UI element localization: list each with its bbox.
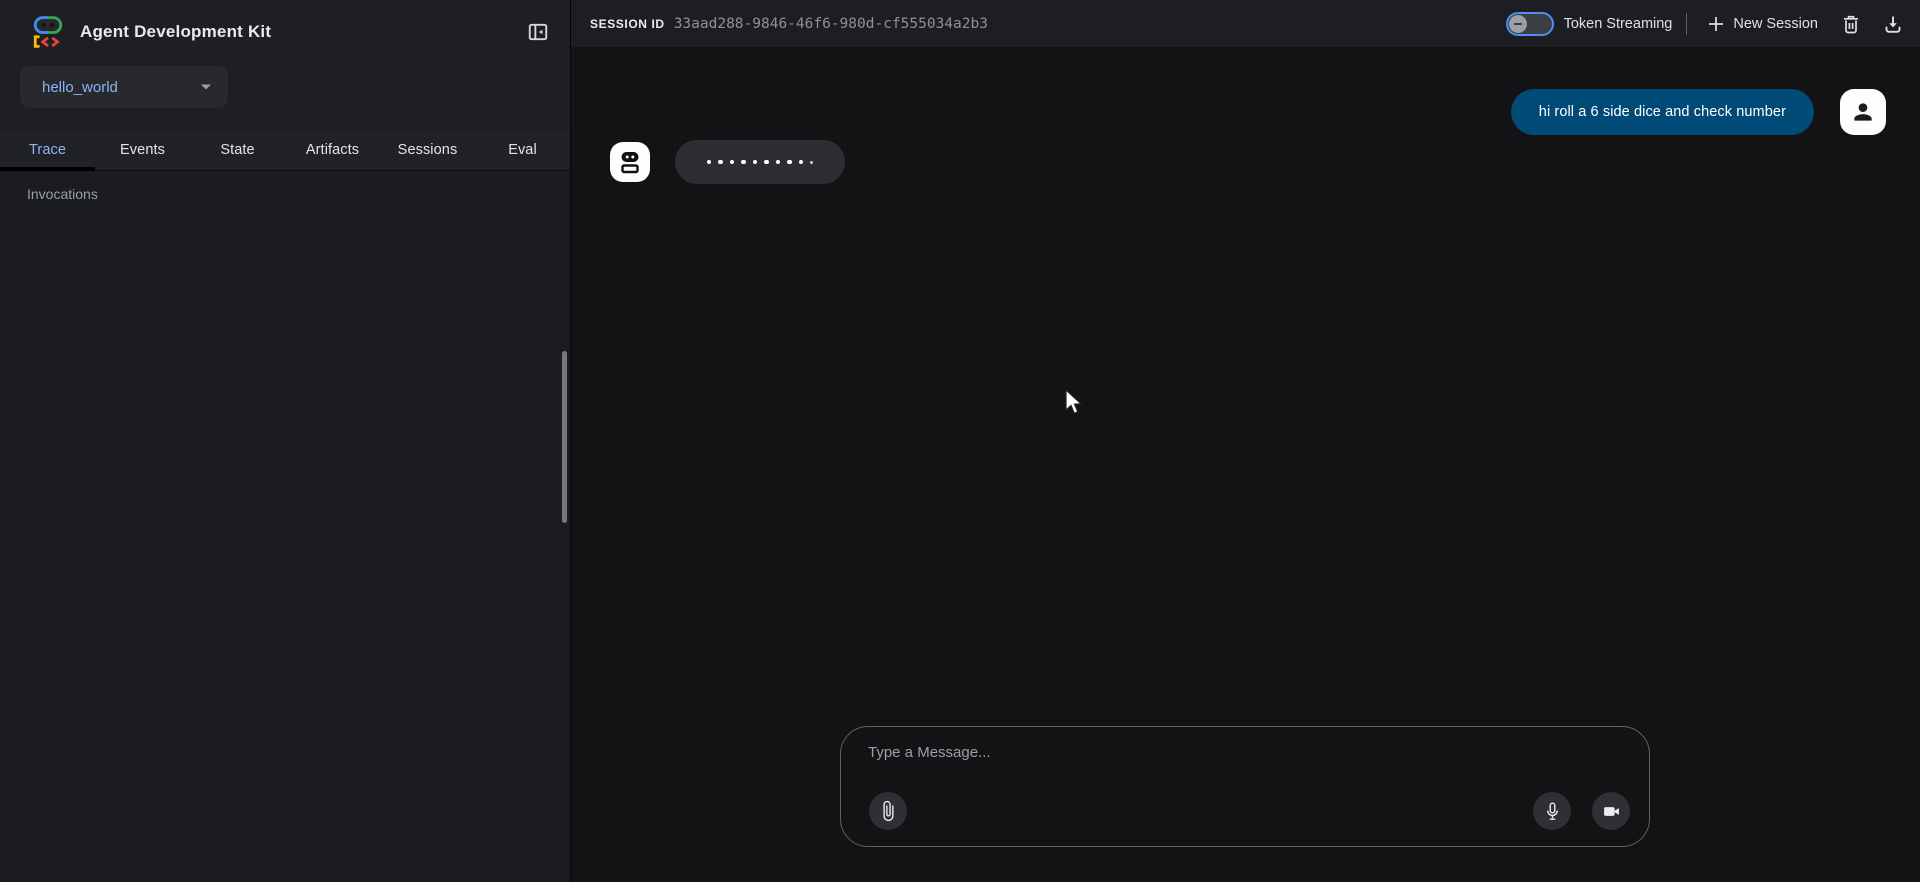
message-input[interactable] (868, 744, 1568, 761)
video-button[interactable] (1592, 792, 1630, 830)
main-panel: SESSION ID 33aad288-9846-46f6-980d-cf555… (571, 0, 1920, 882)
invocations-heading: Invocations (27, 186, 570, 202)
session-id-value: 33aad288-9846-46f6-980d-cf555034a2b3 (674, 16, 988, 32)
agent-select-dropdown[interactable]: hello_world (20, 66, 228, 108)
trace-panel: Invocations (0, 171, 570, 882)
token-streaming-toggle[interactable] (1506, 12, 1554, 36)
video-camera-icon (1601, 801, 1622, 822)
chevron-down-icon (200, 83, 212, 91)
sidebar-header: Agent Development Kit (0, 0, 570, 58)
user-avatar (1840, 89, 1886, 135)
agent-typing-indicator (675, 140, 845, 184)
export-session-button[interactable] (1876, 7, 1910, 41)
user-message-row: hi roll a 6 side dice and check number (1511, 89, 1886, 135)
download-icon (1881, 12, 1905, 36)
chat-area: hi roll a 6 side dice and check number (571, 47, 1920, 882)
token-streaming-label: Token Streaming (1564, 16, 1673, 32)
agent-avatar (610, 142, 650, 182)
new-session-button[interactable]: New Session (1699, 9, 1826, 39)
session-topbar: SESSION ID 33aad288-9846-46f6-980d-cf555… (571, 0, 1920, 47)
active-tab-indicator (0, 167, 95, 171)
collapse-panel-icon (527, 21, 549, 43)
agent-select-value: hello_world (42, 79, 118, 96)
agent-message-row (610, 140, 845, 184)
tab-sessions[interactable]: Sessions (380, 130, 475, 170)
composer-media-buttons (1533, 792, 1630, 830)
topbar-actions: Token Streaming New Session (1506, 7, 1910, 41)
session-id-label: SESSION ID (590, 17, 665, 31)
sidebar: Agent Development Kit hello_world Trace … (0, 0, 571, 882)
sidebar-scrollbar[interactable] (562, 351, 567, 523)
adk-logo-icon (30, 15, 66, 49)
robot-icon (617, 149, 643, 175)
tab-events[interactable]: Events (95, 130, 190, 170)
adk-app: Agent Development Kit hello_world Trace … (0, 0, 1920, 882)
sidebar-tabs: Trace Events State Artifacts Sessions Ev… (0, 130, 570, 171)
tab-state[interactable]: State (190, 130, 285, 170)
plus-icon (1707, 15, 1725, 33)
new-session-label: New Session (1733, 16, 1818, 32)
user-message-bubble: hi roll a 6 side dice and check number (1511, 89, 1814, 135)
microphone-icon (1542, 801, 1563, 822)
tab-trace[interactable]: Trace (0, 130, 95, 170)
microphone-button[interactable] (1533, 792, 1571, 830)
collapse-sidebar-button[interactable] (522, 16, 554, 48)
delete-session-button[interactable] (1834, 7, 1868, 41)
toggle-thumb-icon (1509, 15, 1527, 33)
paperclip-icon (877, 800, 899, 822)
tab-eval[interactable]: Eval (475, 130, 570, 170)
message-composer (840, 726, 1650, 847)
attach-file-button[interactable] (869, 792, 907, 830)
mouse-cursor-icon (1064, 389, 1086, 417)
tab-artifacts[interactable]: Artifacts (285, 130, 380, 170)
app-title: Agent Development Kit (80, 22, 271, 42)
topbar-divider (1686, 13, 1687, 35)
trash-icon (1839, 12, 1863, 36)
person-icon (1850, 99, 1876, 125)
